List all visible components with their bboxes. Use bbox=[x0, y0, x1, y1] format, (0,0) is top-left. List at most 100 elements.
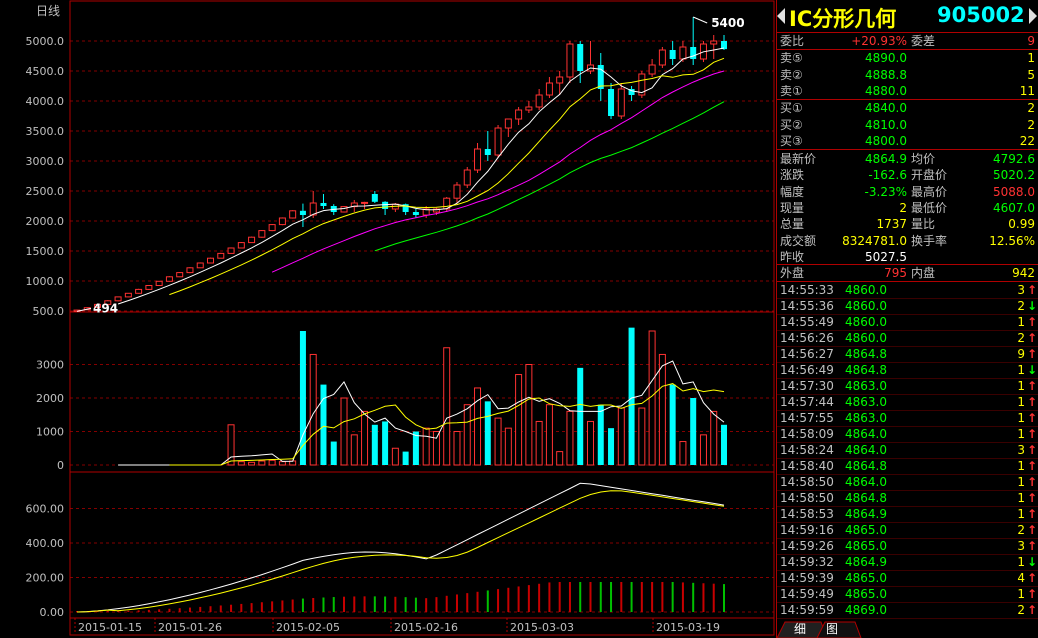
oi-bar bbox=[106, 611, 109, 612]
tick-price: 4860.0 bbox=[845, 283, 887, 297]
oi-bar bbox=[599, 582, 602, 612]
candle-body-up bbox=[679, 46, 687, 60]
oi-bar bbox=[435, 597, 438, 612]
bid-row: 买③ 4800.0 22 bbox=[777, 133, 1038, 149]
kline-chart-area[interactable]: 日线 5000.0 4500.0 4000.0 3500.0 3000.0 2500.0 20… bbox=[0, 0, 775, 638]
candle-body-up bbox=[155, 280, 163, 286]
tick-row: 14:58:40 4864.8 1 ↑ bbox=[777, 458, 1038, 475]
tick-volume: 1 bbox=[1017, 475, 1025, 489]
volume-axis-label: 2000 bbox=[36, 392, 64, 405]
ask-label: 卖⑤ bbox=[780, 51, 803, 65]
tick-time: 14:59:39 bbox=[780, 571, 834, 585]
volume-bar-up bbox=[278, 461, 286, 466]
candle-body-down bbox=[721, 41, 727, 50]
candle-body-down bbox=[690, 47, 697, 59]
volume-bar-up bbox=[586, 420, 594, 466]
weicha-label: 委差 bbox=[911, 34, 936, 48]
volume-bar-up bbox=[699, 434, 707, 466]
stat-label: 总量 bbox=[780, 217, 805, 232]
oi-bar bbox=[127, 610, 130, 612]
tick-row: 14:58:50 4864.0 1 ↑ bbox=[777, 474, 1038, 491]
tab-chart[interactable]: 图 bbox=[823, 622, 841, 637]
date-label: 2015-03-03 bbox=[510, 621, 574, 634]
tick-row: 14:58:24 4864.0 3 ↑ bbox=[777, 442, 1038, 459]
candle-body-up bbox=[566, 43, 574, 78]
tab-detail[interactable]: 细 bbox=[791, 622, 809, 637]
tick-row: 14:59:49 4865.0 1 ↑ bbox=[777, 586, 1038, 603]
up-arrow-icon: ↑ bbox=[1026, 507, 1037, 521]
candle-body-up bbox=[710, 40, 718, 45]
tick-price: 4865.0 bbox=[845, 571, 887, 585]
oi-bar bbox=[404, 597, 407, 612]
tick-time: 14:57:55 bbox=[780, 411, 834, 425]
candle-body-up bbox=[494, 127, 502, 156]
volume-bar-up bbox=[556, 451, 564, 466]
up-arrow-icon: ↑ bbox=[1026, 283, 1037, 297]
volume-bar-down bbox=[412, 431, 419, 465]
tick-time: 14:56:27 bbox=[780, 347, 834, 361]
bid-row: 买① 4840.0 2 bbox=[777, 100, 1038, 116]
date-label: 2015-01-26 bbox=[158, 621, 222, 634]
stat-label: 现量 bbox=[780, 200, 805, 215]
oi-bar bbox=[291, 599, 294, 612]
up-arrow-icon: ↑ bbox=[1026, 427, 1037, 441]
tick-price: 4869.0 bbox=[845, 603, 887, 617]
volume-bar-up bbox=[391, 447, 399, 466]
oi-bar bbox=[168, 608, 171, 612]
tick-volume: 1 bbox=[1017, 555, 1025, 569]
volume-bar-up bbox=[453, 431, 461, 466]
ask-row: 卖⑤ 4890.0 1 bbox=[777, 50, 1038, 66]
ask-volume: 11 bbox=[1019, 84, 1035, 98]
stat-value: -162.6 bbox=[868, 168, 907, 183]
tick-time: 14:58:09 bbox=[780, 427, 834, 441]
tick-time: 14:58:40 bbox=[780, 459, 834, 473]
tick-volume: 4 bbox=[1017, 571, 1025, 585]
candle-body-up bbox=[545, 82, 553, 96]
oi-bar bbox=[640, 582, 643, 612]
tick-volume: 1 bbox=[1017, 427, 1025, 441]
candle-body-up bbox=[258, 230, 266, 238]
volume-bar-down bbox=[669, 384, 676, 465]
up-arrow-icon: ↑ bbox=[1026, 315, 1037, 329]
up-arrow-icon: ↑ bbox=[1026, 459, 1037, 473]
prev-contract-arrow-icon[interactable] bbox=[777, 8, 785, 24]
oi-bar bbox=[394, 596, 397, 612]
tick-time: 14:58:24 bbox=[780, 443, 834, 457]
next-contract-arrow-icon[interactable] bbox=[1029, 8, 1037, 24]
candle-body-up bbox=[453, 184, 461, 199]
oi-bar bbox=[414, 597, 417, 612]
candle-body-down bbox=[577, 44, 584, 71]
tick-time: 14:59:49 bbox=[780, 587, 834, 601]
volume-bar-up bbox=[638, 407, 646, 466]
oi-bar bbox=[281, 600, 284, 612]
oi-bar bbox=[260, 602, 263, 612]
oi-bar bbox=[240, 603, 243, 612]
kline-chart-svg[interactable]: 日线 5000.0 4500.0 4000.0 3500.0 3000.0 2500.0 20… bbox=[0, 0, 775, 638]
oi-bar bbox=[353, 596, 356, 612]
volume-bar-up bbox=[350, 434, 358, 466]
tick-volume: 1 bbox=[1017, 379, 1025, 393]
bid-row: 买② 4810.0 2 bbox=[777, 117, 1038, 133]
candle-body-down bbox=[299, 210, 306, 215]
ask-label: 卖② bbox=[780, 67, 803, 82]
bid-label: 买① bbox=[780, 101, 803, 115]
candle-body-up bbox=[165, 276, 173, 282]
up-arrow-icon: ↑ bbox=[1026, 443, 1037, 457]
stat-label: 涨跌 bbox=[780, 168, 805, 183]
volume-bar-up bbox=[617, 407, 625, 466]
tick-volume: 1 bbox=[1017, 411, 1025, 425]
oi-bar bbox=[301, 598, 304, 612]
stat-label: 幅度 bbox=[780, 184, 805, 199]
tick-volume: 2 bbox=[1017, 523, 1025, 537]
oi-bar bbox=[661, 582, 664, 612]
oi-bar bbox=[702, 583, 705, 612]
bid-volume: 22 bbox=[1019, 134, 1035, 148]
oi-bar bbox=[250, 603, 253, 612]
stat-label: 量比 bbox=[911, 217, 936, 232]
stat-label: 开盘价 bbox=[911, 168, 948, 183]
candle-body-up bbox=[217, 252, 225, 259]
oi-line-1 bbox=[76, 482, 725, 613]
stat-row: 成交额 8324781.0 换手率 12.56% bbox=[777, 233, 1038, 249]
volume-bar-down bbox=[721, 424, 727, 465]
volume-axis-label: 3000 bbox=[36, 359, 64, 372]
